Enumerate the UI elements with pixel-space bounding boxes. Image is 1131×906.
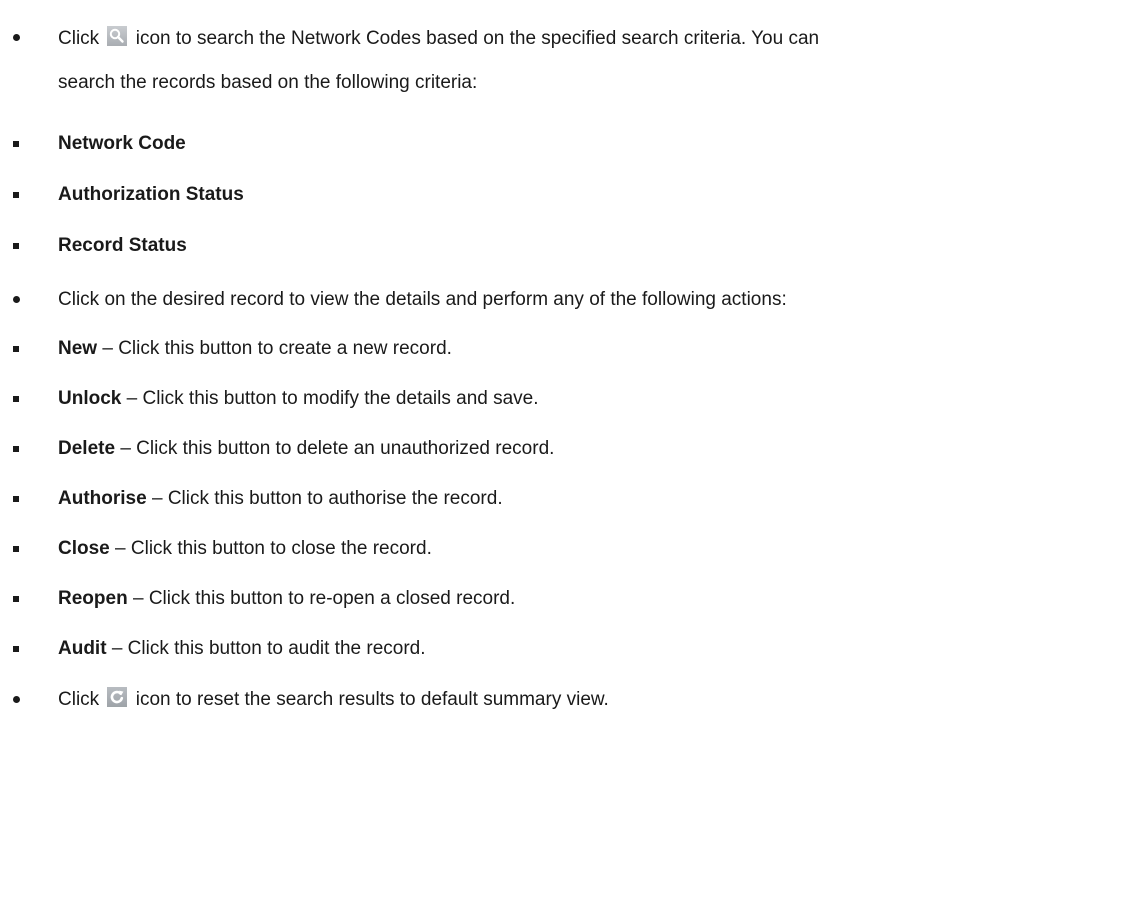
action-name: Unlock bbox=[58, 388, 122, 409]
action-name: Delete bbox=[58, 438, 116, 459]
action-name: New bbox=[58, 338, 98, 359]
action-item: Reopen – Click this button to re-open a … bbox=[58, 587, 515, 611]
bullet bbox=[13, 596, 19, 602]
bullet bbox=[13, 346, 19, 352]
action-name: Reopen bbox=[58, 588, 128, 609]
action-desc: – Click this button to create a new reco… bbox=[102, 338, 452, 359]
criteria-item: Authorization Status bbox=[58, 184, 244, 205]
instruction-reset: Click icon to reset the search results t… bbox=[58, 687, 609, 712]
bullet bbox=[13, 296, 20, 303]
action-item: New – Click this button to create a new … bbox=[58, 337, 452, 361]
action-name: Close bbox=[58, 538, 110, 559]
search-icon bbox=[107, 26, 128, 46]
instruction-search-cont: search the records based on the followin… bbox=[58, 72, 478, 93]
reset-icon bbox=[107, 687, 128, 707]
text-pre: Click bbox=[58, 689, 100, 710]
bullet bbox=[13, 446, 19, 452]
bullet bbox=[13, 696, 20, 703]
criteria-item: Record Status bbox=[58, 235, 187, 256]
instruction-actions: Click on the desired record to view the … bbox=[58, 289, 787, 310]
action-desc: – Click this button to audit the record. bbox=[111, 638, 426, 659]
action-desc: – Click this button to re-open a closed … bbox=[132, 588, 516, 609]
action-item: Audit – Click this button to audit the r… bbox=[58, 637, 426, 661]
action-name: Audit bbox=[58, 638, 107, 659]
bullet bbox=[13, 243, 19, 249]
action-item: Unlock – Click this button to modify the… bbox=[58, 387, 539, 411]
bullet bbox=[13, 192, 19, 198]
bullet bbox=[13, 646, 19, 652]
text-pre: Click bbox=[58, 28, 100, 49]
bullet bbox=[13, 546, 19, 552]
action-name: Authorise bbox=[58, 488, 147, 509]
criteria-item: Network Code bbox=[58, 133, 186, 154]
bullet bbox=[13, 496, 19, 502]
action-item: Authorise – Click this button to authori… bbox=[58, 487, 503, 511]
text-post: icon to search the Network Codes based o… bbox=[135, 28, 820, 49]
action-item: Close – Click this button to close the r… bbox=[58, 537, 432, 561]
instruction-search: Click icon to search the Network Codes b… bbox=[58, 26, 819, 51]
action-desc: – Click this button to close the record. bbox=[115, 538, 432, 559]
text-post: icon to reset the search results to defa… bbox=[135, 689, 609, 710]
action-item: Delete – Click this button to delete an … bbox=[58, 437, 554, 461]
action-desc: – Click this button to authorise the rec… bbox=[151, 488, 503, 509]
bullet bbox=[13, 141, 19, 147]
bullet bbox=[13, 396, 19, 402]
action-desc: – Click this button to delete an unautho… bbox=[120, 438, 555, 459]
bullet bbox=[13, 34, 20, 41]
action-desc: – Click this button to modify the detail… bbox=[126, 388, 539, 409]
